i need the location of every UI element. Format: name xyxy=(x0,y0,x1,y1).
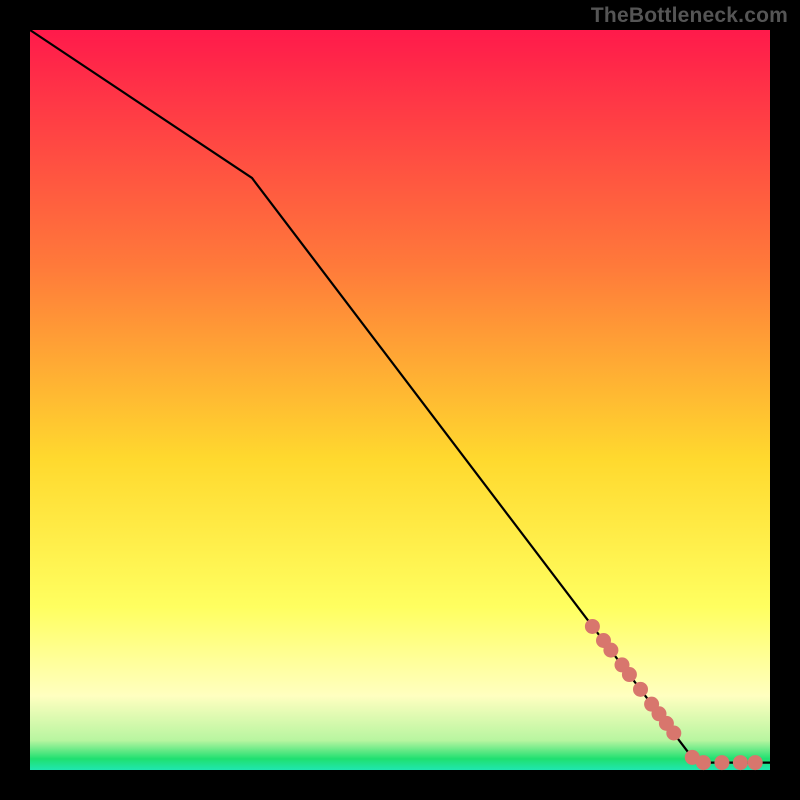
data-point xyxy=(696,755,711,770)
data-point xyxy=(622,667,637,682)
plot-area xyxy=(30,30,770,770)
chart-container xyxy=(30,30,770,770)
data-point xyxy=(748,755,763,770)
data-point xyxy=(666,726,681,741)
data-point xyxy=(603,643,618,658)
curve-line xyxy=(30,30,770,763)
data-point xyxy=(714,755,729,770)
watermark-label: TheBottleneck.com xyxy=(591,4,788,28)
data-markers xyxy=(585,619,763,770)
data-point xyxy=(733,755,748,770)
data-point xyxy=(633,682,648,697)
data-point xyxy=(585,619,600,634)
chart-svg xyxy=(30,30,770,770)
